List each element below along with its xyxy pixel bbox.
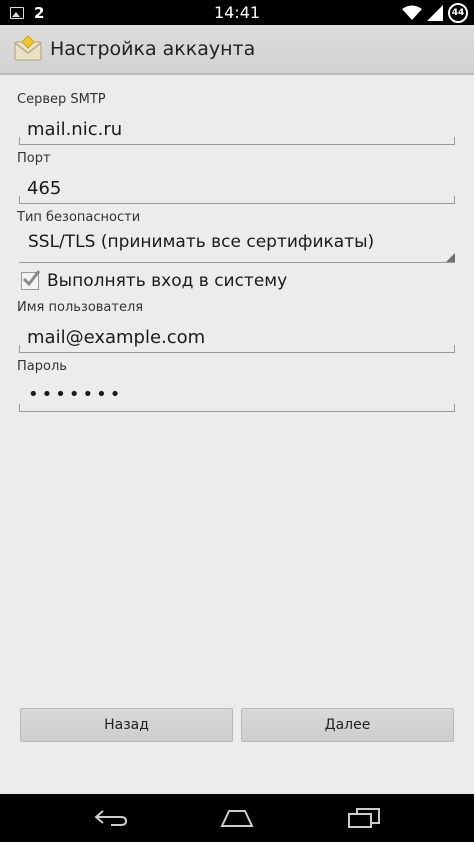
security-type-spinner[interactable]: SSL/TLS (принимать все сертификаты): [19, 227, 455, 263]
screen: 2 14:41 44 Настройка аккаунта Сервер SMT…: [0, 0, 474, 842]
require-signin-checkbox[interactable]: [21, 270, 41, 290]
password-underline: [19, 404, 455, 412]
nav-home-button[interactable]: [217, 804, 257, 832]
require-signin-row[interactable]: Выполнять вход в систему: [21, 267, 287, 295]
recent-apps-icon: [348, 808, 380, 828]
username-underline: [19, 345, 455, 353]
nav-back-button[interactable]: [91, 804, 131, 832]
port-label: Порт: [17, 151, 51, 166]
status-right: 44: [402, 2, 468, 23]
back-button[interactable]: Назад: [20, 708, 233, 742]
smtp-server-underline: [19, 137, 455, 145]
signal-icon: [427, 4, 443, 21]
status-bar: 2 14:41 44: [0, 0, 474, 25]
page-title: Настройка аккаунта: [50, 38, 256, 60]
back-arrow-icon: [94, 810, 128, 826]
smtp-server-label: Сервер SMTP: [17, 92, 106, 107]
next-button[interactable]: Далее: [241, 708, 454, 742]
spinner-arrow-icon: [446, 253, 455, 262]
password-input[interactable]: •••••••: [28, 384, 123, 405]
checkmark-icon: [22, 270, 41, 287]
email-envelope-icon[interactable]: [12, 33, 44, 65]
nav-recents-button[interactable]: [344, 804, 384, 832]
require-signin-label: Выполнять вход в систему: [47, 271, 288, 291]
security-type-value: SSL/TLS (принимать все сертификаты): [28, 232, 375, 252]
battery-icon: 44: [448, 2, 468, 23]
wifi-icon: [402, 5, 422, 20]
username-label: Имя пользователя: [17, 300, 144, 315]
navigation-bar: [0, 794, 474, 842]
action-bar: Настройка аккаунта: [0, 25, 474, 75]
password-label: Пароль: [17, 359, 67, 374]
security-type-label: Тип безопасности: [17, 210, 141, 225]
home-icon: [220, 810, 254, 827]
port-underline: [19, 196, 455, 204]
